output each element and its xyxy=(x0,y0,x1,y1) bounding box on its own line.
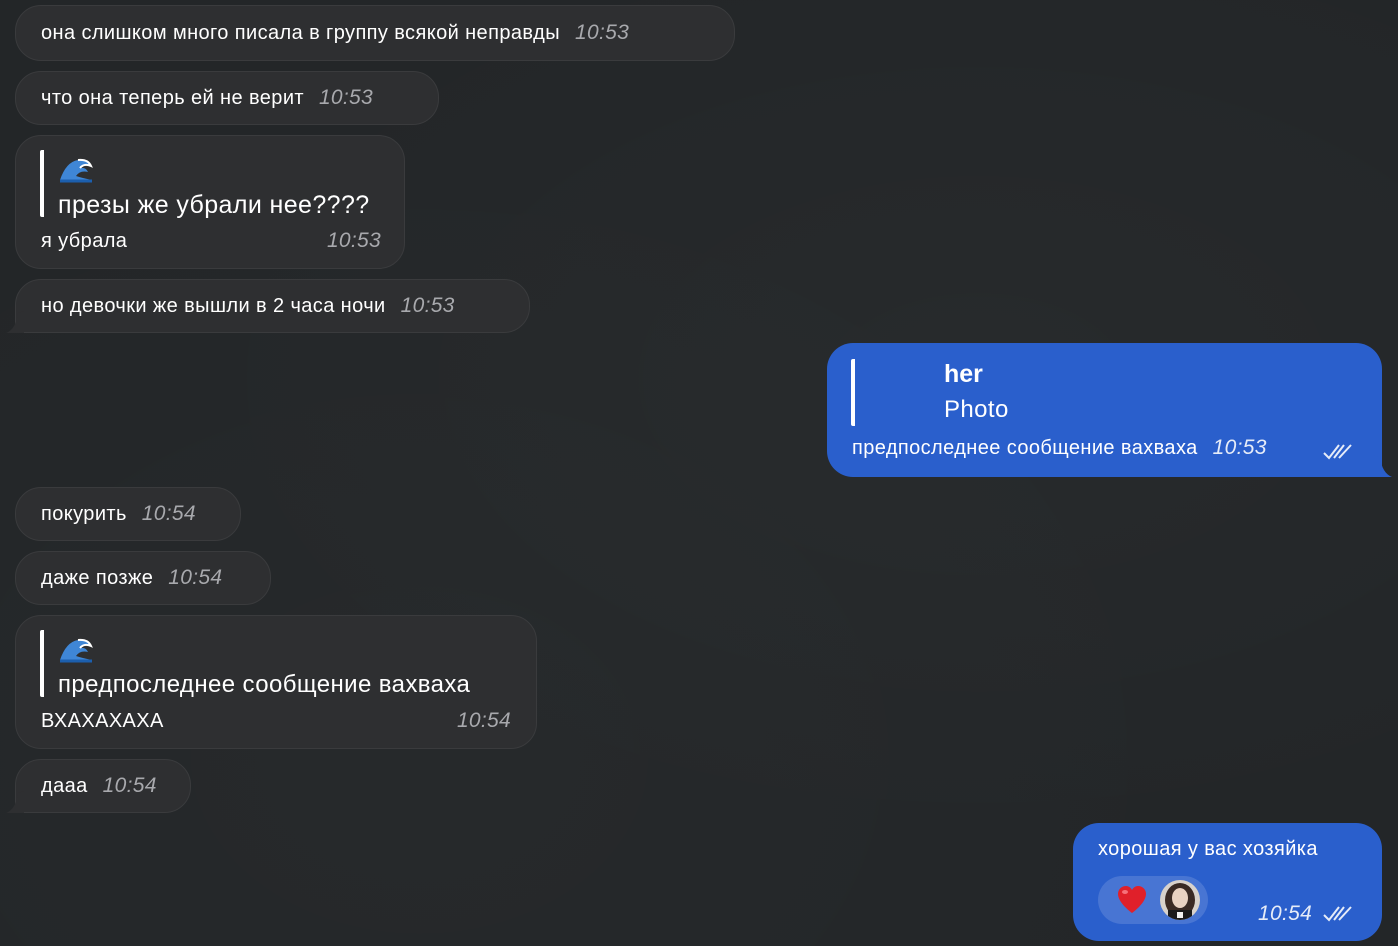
message-bubble-incoming[interactable]: она слишком много писала в группу всякой… xyxy=(15,5,735,61)
message-bubble-incoming-reply[interactable]: презы же убрали нее???? я убрала 10:53 xyxy=(15,135,405,269)
message-time: 10:53 xyxy=(318,86,374,109)
reply-quote-author: her xyxy=(944,360,983,388)
bubble-tail xyxy=(6,311,24,333)
message-text: хорошая у вас хозяйка xyxy=(1098,838,1318,860)
message-time: 10:54 xyxy=(1258,902,1313,925)
reply-quote-text: презы же убрали нее???? xyxy=(58,191,370,219)
message-bubble-outgoing-reply[interactable]: her Photo предпоследнее сообщение вахвах… xyxy=(827,343,1382,477)
avatar xyxy=(1160,880,1200,920)
message-time: 10:54 xyxy=(102,774,157,797)
message-text: я убрала xyxy=(41,230,128,252)
message-text: но девочки же вышли в 2 часа ночи xyxy=(41,295,386,317)
message-time: 10:54 xyxy=(168,566,223,589)
message-bubble-outgoing[interactable]: хорошая у вас хозяйка 10:54 xyxy=(1073,823,1382,941)
reply-quote-text: предпоследнее сообщение вахваха xyxy=(58,671,471,698)
message-text: предпоследнее сообщение вахваха xyxy=(852,437,1198,459)
message-bubble-incoming[interactable]: даже позже 10:54 xyxy=(15,551,271,605)
message-bubble-incoming[interactable]: что она теперь ей не верит 10:53 xyxy=(15,71,439,125)
double-check-icon xyxy=(1323,444,1352,460)
message-text: даже позже xyxy=(41,567,154,589)
message-text: ВХАХАХАХА xyxy=(41,710,164,732)
chat-area[interactable]: она слишком много писала в группу всякой… xyxy=(0,0,1398,946)
reply-quote[interactable]: her Photo xyxy=(851,359,1355,426)
message-time: 10:54 xyxy=(456,709,511,732)
message-text: дааа xyxy=(41,775,88,797)
message-bubble-incoming[interactable]: покурить 10:54 xyxy=(15,487,241,541)
reaction-chip[interactable] xyxy=(1098,876,1208,924)
bubble-tail xyxy=(6,791,24,813)
message-bubble-incoming[interactable]: но девочки же вышли в 2 часа ночи 10:53 xyxy=(15,279,530,333)
double-check-icon xyxy=(1323,906,1352,922)
bubble-tail xyxy=(1374,455,1392,477)
message-bubble-incoming[interactable]: дааа 10:54 xyxy=(15,759,191,813)
message-time: 10:53 xyxy=(326,229,381,252)
message-time: 10:53 xyxy=(1212,436,1267,459)
wave-emoji-icon xyxy=(60,158,93,183)
message-time: 10:53 xyxy=(400,294,455,317)
message-time: 10:54 xyxy=(141,502,196,525)
reply-quote[interactable]: презы же убрали нее???? xyxy=(40,150,384,219)
message-text: что она теперь ей не верит xyxy=(41,87,304,109)
message-bubble-incoming-reply[interactable]: предпоследнее сообщение вахваха ВХАХАХАХ… xyxy=(15,615,537,749)
reply-quote-text: Photo xyxy=(944,396,1009,423)
reply-quote[interactable]: предпоследнее сообщение вахваха xyxy=(40,630,524,698)
message-text: она слишком много писала в группу всякой… xyxy=(41,22,561,44)
message-time: 10:53 xyxy=(575,21,630,44)
heart-emoji-icon xyxy=(1118,886,1146,913)
message-text: покурить xyxy=(41,503,127,525)
wave-emoji-icon xyxy=(60,638,93,663)
